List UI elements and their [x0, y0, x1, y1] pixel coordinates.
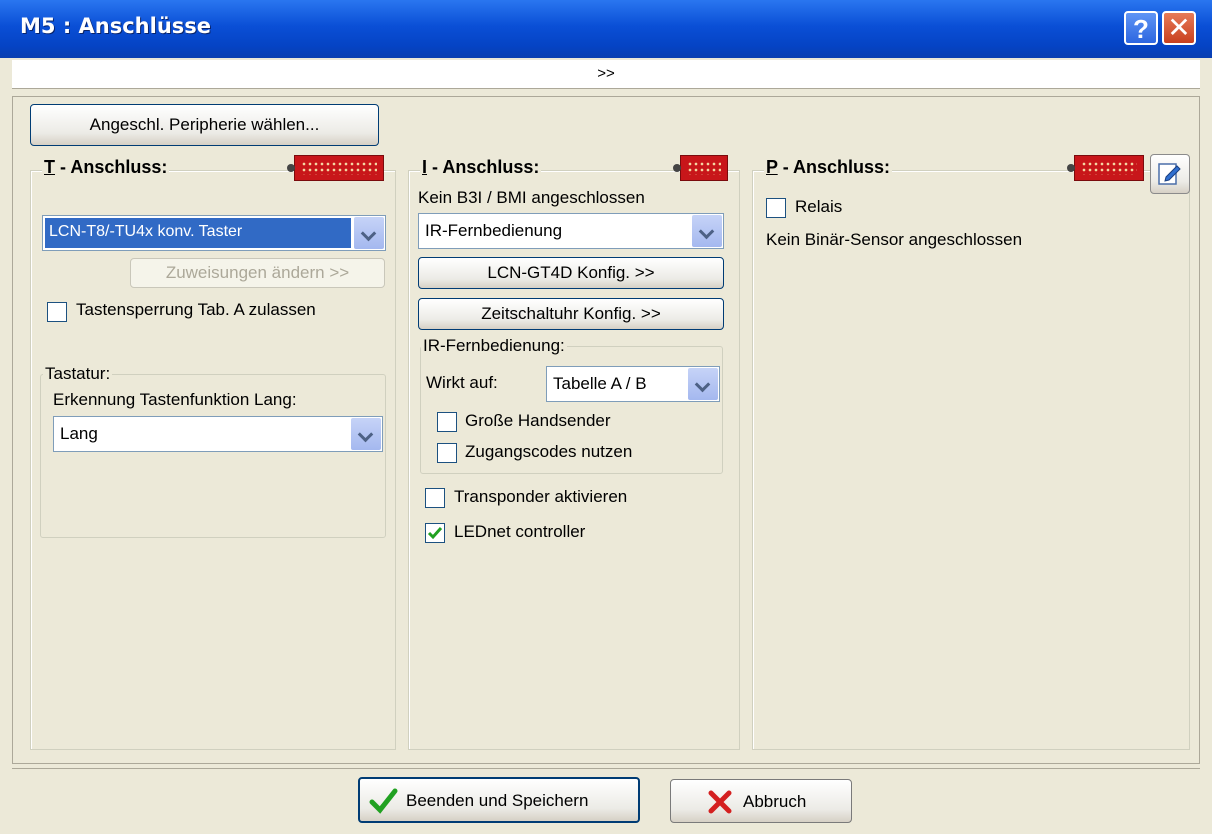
ir-remote-frame-title: IR-Fernbedienung: [421, 336, 567, 356]
close-button[interactable]: ✕ [1162, 11, 1196, 45]
dialog-window: M5 : Anschlüsse ? ✕ >> Angeschl. Periphe… [0, 0, 1212, 834]
edit-note-icon [1158, 163, 1181, 185]
title-bar[interactable]: M5 : Anschlüsse ? ✕ [0, 0, 1212, 58]
t-connection-title: T - Anschluss: [42, 157, 170, 178]
relais-checkbox[interactable] [766, 198, 786, 218]
relais-label: Relais [795, 197, 843, 216]
lednet-label: LEDnet controller [454, 522, 586, 541]
timer-config-button[interactable]: Zeitschaltuhr Konfig. >> [418, 298, 724, 330]
transponder-checkbox[interactable] [425, 488, 445, 508]
transponder-label: Transponder aktivieren [454, 487, 628, 506]
p-connection-title: P - Anschluss: [764, 157, 893, 178]
i-connection-title: I - Anschluss: [420, 157, 542, 178]
i-connector-plug-icon [673, 155, 728, 181]
chevron-down-icon[interactable] [354, 217, 384, 249]
gt4d-config-button[interactable]: LCN-GT4D Konfig. >> [418, 257, 724, 289]
cancel-x-icon [708, 790, 732, 814]
keyboard-frame-title: Tastatur: [43, 364, 113, 384]
long-detect-value: Lang [60, 424, 98, 443]
t-peripheral-combo[interactable]: LCN-T8/-TU4x konv. Taster [42, 215, 386, 251]
cancel-label: Abbruch [743, 792, 807, 811]
close-icon: ✕ [1167, 11, 1191, 44]
wirkt-label: Wirkt auf: [426, 373, 498, 392]
t-peripheral-value: LCN-T8/-TU4x konv. Taster [45, 218, 351, 248]
help-button[interactable]: ? [1124, 11, 1158, 45]
access-codes-label: Zugangscodes nutzen [465, 442, 633, 461]
chevron-down-icon[interactable] [692, 215, 722, 247]
p-connection-group [752, 170, 1190, 750]
i-status-text: Kein B3I / BMI angeschlossen [418, 188, 645, 207]
cancel-button[interactable]: Abbruch [670, 779, 852, 823]
change-assignments-button[interactable]: Zuweisungen ändern >> [130, 258, 385, 288]
lednet-checkbox[interactable] [425, 523, 445, 543]
wirkt-combo[interactable]: Tabelle A / B [546, 366, 720, 402]
window-title: M5 : Anschlüsse [20, 14, 212, 38]
select-peripherals-button[interactable]: Angeschl. Peripherie wählen... [30, 104, 379, 146]
save-button[interactable]: Beenden und Speichern [358, 777, 640, 823]
key-lock-checkbox[interactable] [47, 302, 67, 322]
large-sender-label: Große Handsender [465, 411, 611, 430]
long-detect-label: Erkennung Tastenfunktion Lang: [53, 390, 297, 409]
large-sender-checkbox[interactable] [437, 412, 457, 432]
long-detect-combo[interactable]: Lang [53, 416, 383, 452]
expand-bar[interactable]: >> [12, 60, 1200, 89]
chevron-down-icon[interactable] [351, 418, 381, 450]
wirkt-value: Tabelle A / B [553, 374, 647, 393]
checkmark-icon [369, 788, 398, 814]
key-lock-label: Tastensperrung Tab. A zulassen [76, 300, 316, 319]
i-peripheral-value: IR-Fernbedienung [425, 221, 563, 240]
save-label: Beenden und Speichern [406, 791, 589, 810]
p-status-text: Kein Binär-Sensor angeschlossen [766, 230, 1023, 249]
access-codes-checkbox[interactable] [437, 443, 457, 463]
edit-button[interactable] [1150, 154, 1190, 194]
checkmark-icon [427, 527, 443, 540]
p-connector-plug-icon [1067, 155, 1144, 181]
t-connector-plug-icon [287, 155, 384, 181]
i-peripheral-combo[interactable]: IR-Fernbedienung [418, 213, 724, 249]
chevron-down-icon[interactable] [688, 368, 718, 400]
